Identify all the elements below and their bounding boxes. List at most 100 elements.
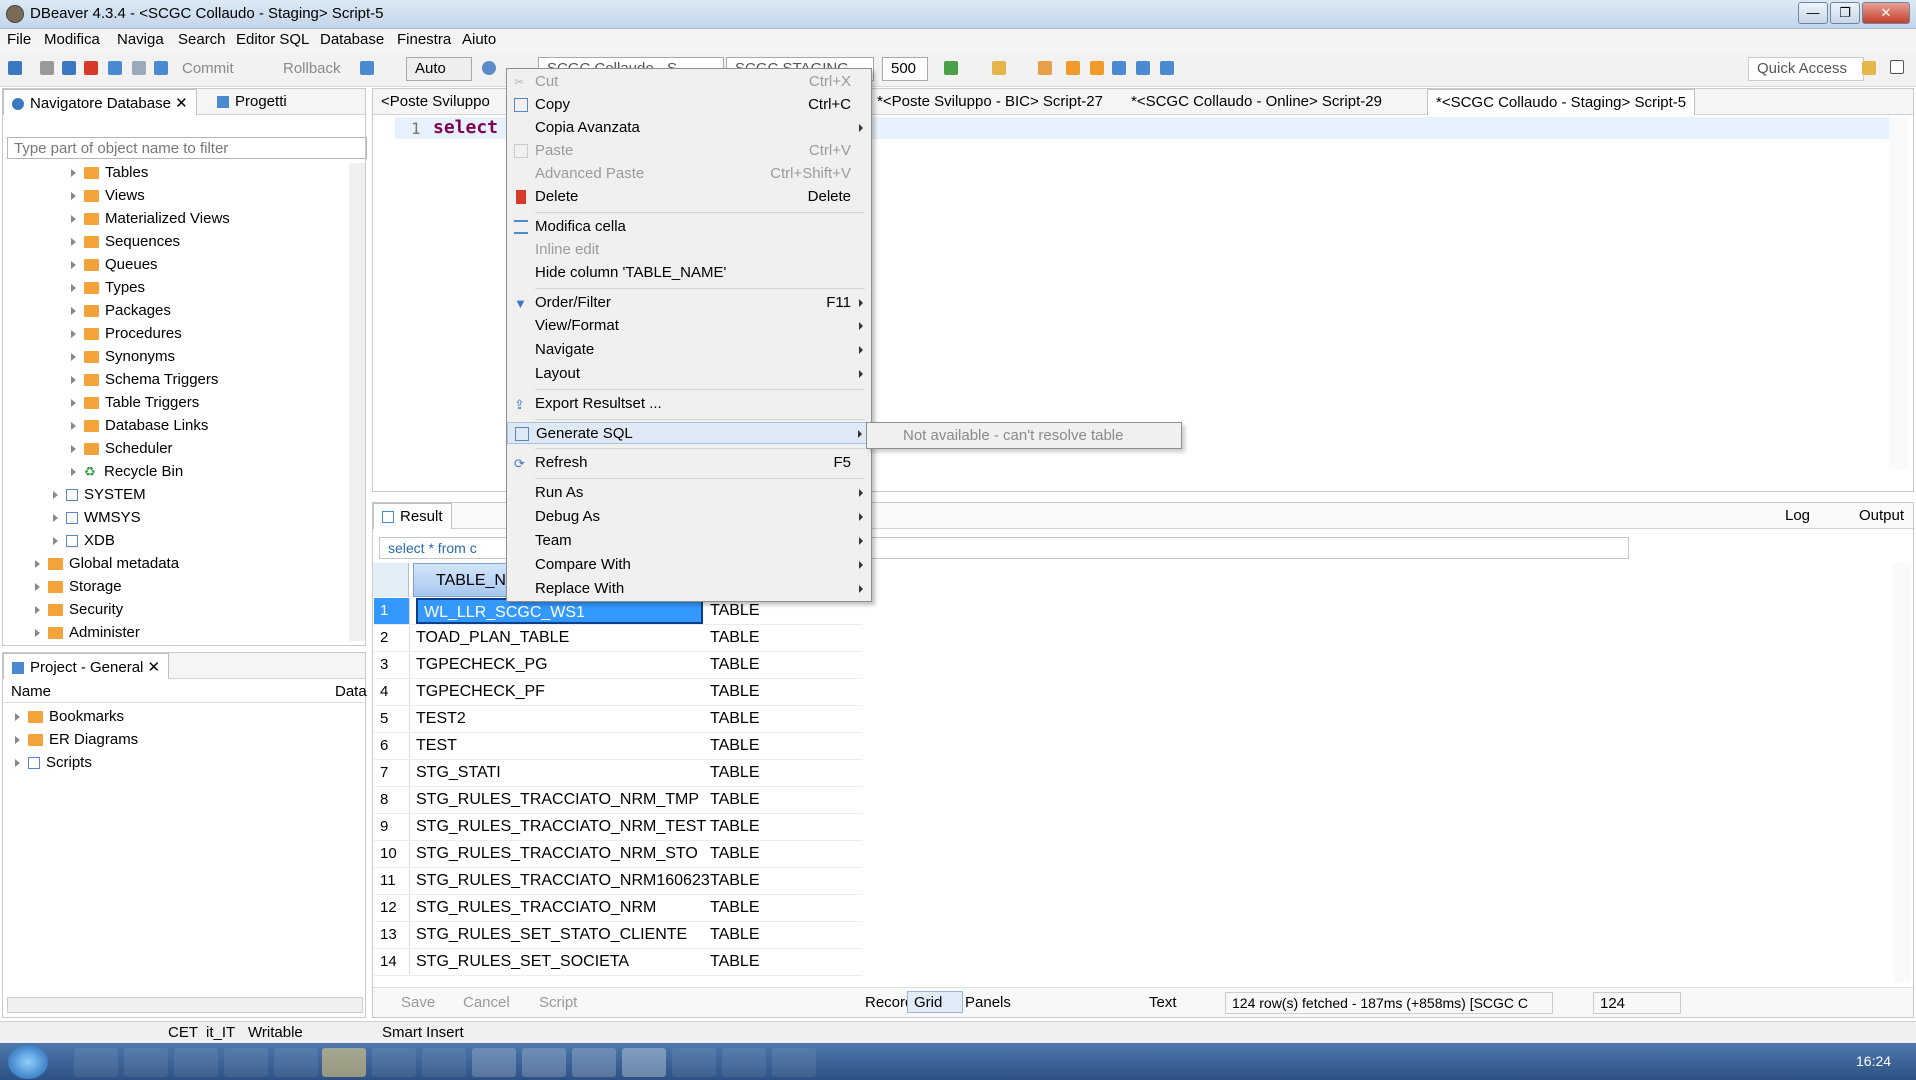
taskbar-chrome-icon[interactable] — [274, 1048, 318, 1077]
compare-icon[interactable] — [1136, 61, 1150, 75]
menu-item-team[interactable]: Team — [507, 530, 871, 552]
tab-poste-sviluppo[interactable]: <Poste Sviluppo — [373, 89, 498, 115]
taskbar-ie-icon[interactable] — [224, 1048, 268, 1077]
editor-vertical-scrollbar[interactable] — [1889, 117, 1909, 469]
column-data[interactable]: Data — [335, 683, 367, 700]
reconnect-icon[interactable] — [62, 61, 76, 75]
tree-item-table-triggers[interactable]: Table Triggers — [71, 393, 199, 413]
taskbar-app-icon[interactable] — [672, 1048, 716, 1077]
taskbar-folder-icon[interactable] — [174, 1048, 218, 1077]
close-window-button[interactable]: ✕ — [1862, 2, 1910, 24]
perspective-icon[interactable] — [1890, 60, 1904, 74]
menu-item-modifica-cella[interactable]: Modifica cella — [507, 216, 871, 238]
taskbar-app-icon[interactable] — [722, 1048, 766, 1077]
open-perspective-icon[interactable] — [1862, 61, 1876, 75]
script-button[interactable]: Script — [539, 994, 577, 1011]
menu-item-navigate[interactable]: Navigate — [507, 339, 871, 361]
tree-item-global-metadata[interactable]: Global metadata — [35, 554, 179, 574]
tree-item-storage[interactable]: Storage — [35, 577, 122, 597]
rollback-button[interactable]: Rollback — [283, 60, 341, 77]
result-vertical-scrollbar[interactable] — [1893, 563, 1911, 983]
tree-item-database-links[interactable]: Database Links — [71, 416, 208, 436]
tree-item-types[interactable]: Types — [71, 278, 145, 298]
save-button[interactable]: Save — [401, 994, 435, 1011]
taskbar-app-icon[interactable] — [372, 1048, 416, 1077]
table-row[interactable]: 1 WL_LLR_SCGC_WS1 TABLE — [374, 598, 862, 625]
tab-project-general[interactable]: Project - General ✕ — [3, 653, 170, 679]
pin-icon[interactable] — [1066, 61, 1080, 75]
result-limit-input[interactable]: 500 — [882, 57, 928, 81]
layout-icon[interactable] — [1112, 61, 1126, 75]
tab-result[interactable]: Result — [373, 503, 452, 529]
menu-naviga[interactable]: Naviga — [117, 31, 164, 48]
tree-item-procedures[interactable]: Procedures — [71, 324, 182, 344]
table-row[interactable]: 3 TGPECHECK_PG TABLE — [374, 652, 862, 679]
table-row[interactable]: 13 STG_RULES_SET_STATO_CLIENTE TABLE — [374, 922, 862, 949]
commit-mode-dropdown[interactable]: Auto — [406, 57, 472, 81]
menu-item-debug-as[interactable]: Debug As — [507, 506, 871, 528]
table-row[interactable]: 2 TOAD_PLAN_TABLE TABLE — [374, 625, 862, 652]
text-view-toggle[interactable]: Text — [1149, 994, 1177, 1011]
panels-button[interactable]: Panels — [965, 994, 1011, 1011]
log-button[interactable]: Log — [1785, 507, 1810, 524]
taskbar-app-icon[interactable] — [322, 1048, 366, 1077]
table-row[interactable]: 12 STG_RULES_TRACCIATO_NRM TABLE — [374, 895, 862, 922]
project-item-scripts[interactable]: Scripts — [15, 753, 92, 773]
table-row[interactable]: 5 TEST2 TABLE — [374, 706, 862, 733]
export-icon[interactable] — [1160, 61, 1174, 75]
bookmark-icon[interactable] — [1090, 61, 1104, 75]
table-row[interactable]: 4 TGPECHECK_PF TABLE — [374, 679, 862, 706]
taskbar-app-icon[interactable] — [522, 1048, 566, 1077]
menu-item-export-resultset[interactable]: ⇪ Export Resultset ... — [507, 393, 871, 415]
pending-icon[interactable] — [154, 61, 168, 75]
tree-item-scheduler[interactable]: Scheduler — [71, 439, 173, 459]
tree-item-schema-wmsys[interactable]: WMSYS — [53, 508, 141, 528]
menu-item-replace-with[interactable]: Replace With — [507, 578, 871, 600]
menu-item-paste[interactable]: Paste Ctrl+V — [507, 140, 871, 162]
disconnect-all-icon[interactable] — [84, 61, 98, 75]
project-item-er-diagrams[interactable]: ER Diagrams — [15, 730, 138, 750]
menu-item-copia-avanzata[interactable]: Copia Avanzata — [507, 117, 871, 139]
tab-navigatore-database[interactable]: Navigatore Database ✕ — [3, 89, 197, 115]
history-icon[interactable] — [482, 61, 496, 75]
sql-code[interactable]: select — [433, 117, 498, 138]
quick-access-input[interactable]: Quick Access — [1748, 57, 1864, 81]
tree-item-schema-xdb[interactable]: XDB — [53, 531, 115, 551]
tab-progetti[interactable]: Progetti — [209, 89, 295, 115]
menu-item-view-format[interactable]: View/Format — [507, 315, 871, 337]
menu-aiuto[interactable]: Aiuto — [462, 31, 496, 48]
tree-item-schema-triggers[interactable]: Schema Triggers — [71, 370, 218, 390]
menu-editor-sql[interactable]: Editor SQL — [236, 31, 309, 48]
menu-search[interactable]: Search — [178, 31, 226, 48]
tree-item-schema-system[interactable]: SYSTEM — [53, 485, 146, 505]
transaction-mode-icon[interactable] — [360, 61, 374, 75]
format-icon[interactable] — [992, 61, 1006, 75]
menu-item-order-filter[interactable]: ▼ Order/Filter F11 — [507, 292, 871, 314]
table-row[interactable]: 14 STG_RULES_SET_SOCIETA TABLE — [374, 949, 862, 976]
output-button[interactable]: Output — [1859, 507, 1904, 524]
start-button-icon[interactable] — [8, 1045, 48, 1079]
menu-item-refresh[interactable]: ⟳ Refresh F5 — [507, 452, 871, 474]
menu-modifica[interactable]: Modifica — [44, 31, 100, 48]
table-row[interactable]: 6 TEST TABLE — [374, 733, 862, 760]
menu-item-advanced-paste[interactable]: Advanced Paste Ctrl+Shift+V — [507, 163, 871, 185]
cell-table-type[interactable]: TABLE — [710, 602, 760, 620]
taskbar-dbeaver-icon[interactable] — [622, 1048, 666, 1077]
tree-item-materialized-views[interactable]: Materialized Views — [71, 209, 230, 229]
tab-script-29[interactable]: *<SCGC Collaudo - Online> Script-29 — [1123, 89, 1390, 115]
cancel-button[interactable]: Cancel — [463, 994, 510, 1011]
tree-item-synonyms[interactable]: Synonyms — [71, 347, 175, 367]
menu-item-delete[interactable]: Delete Delete — [507, 186, 871, 208]
transaction-log-icon[interactable] — [132, 61, 146, 75]
tree-item-packages[interactable]: Packages — [71, 301, 171, 321]
navigator-filter-input[interactable]: Type part of object name to filter — [7, 137, 367, 159]
project-horizontal-scrollbar[interactable] — [7, 997, 363, 1013]
minimize-button[interactable]: — — [1798, 2, 1828, 24]
disconnect-icon[interactable] — [40, 61, 54, 75]
menu-item-inline-edit[interactable]: Inline edit — [507, 239, 871, 261]
tab-script-5[interactable]: *<SCGC Collaudo - Staging> Script-5 — [1427, 89, 1696, 115]
tab-script-27[interactable]: *<Poste Sviluppo - BIC> Script-27 — [869, 89, 1111, 115]
menu-item-generate-sql[interactable]: Generate SQL — [507, 422, 871, 444]
connect-icon[interactable] — [8, 61, 22, 75]
taskbar-app-icon[interactable] — [472, 1048, 516, 1077]
